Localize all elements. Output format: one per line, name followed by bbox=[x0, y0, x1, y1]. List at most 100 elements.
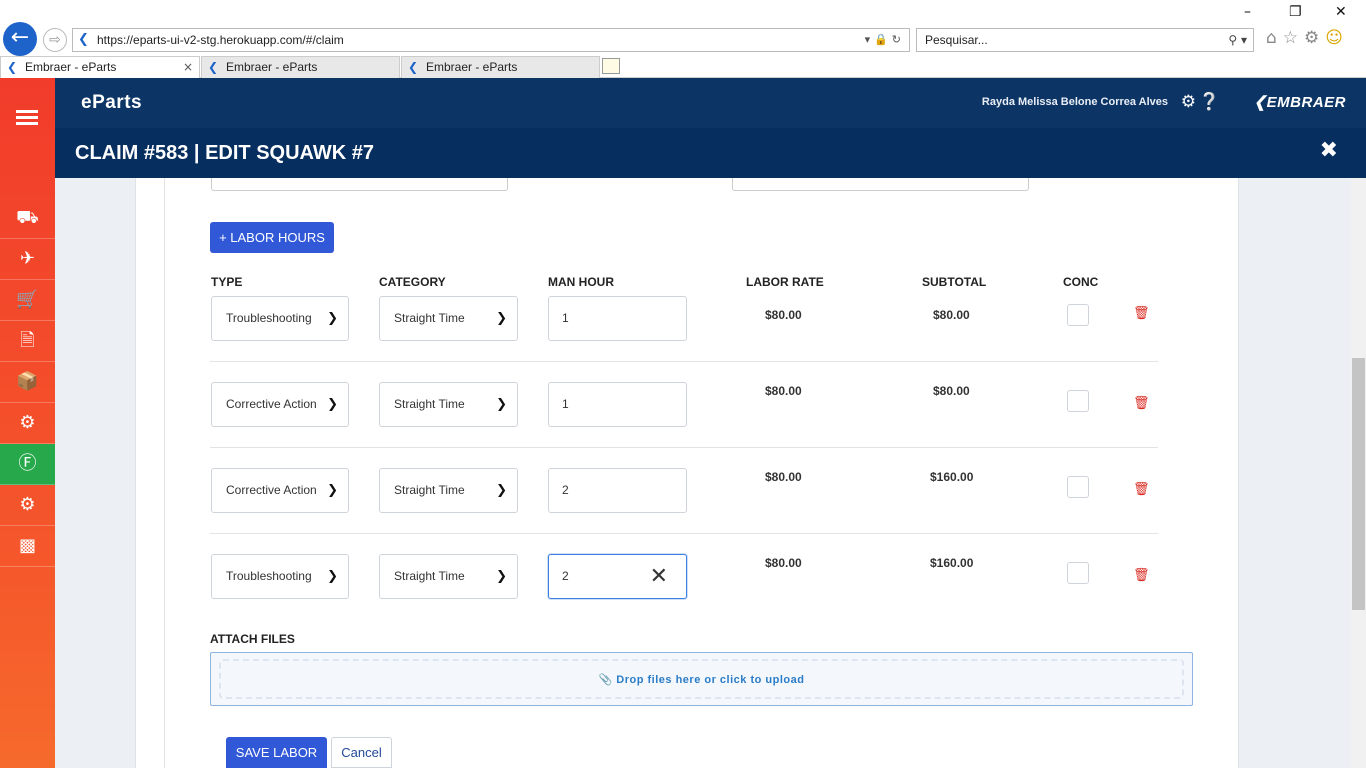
modal-title: CLAIM #583 | EDIT SQUAWK #7 bbox=[75, 142, 374, 164]
dropzone-area[interactable]: 📎 Drop files here or click to upload bbox=[219, 659, 1184, 699]
attach-files-label: ATTACH FILES bbox=[210, 632, 295, 646]
paperclip-icon: 📎 bbox=[598, 673, 613, 686]
man-hour-input[interactable]: 2 ✕ bbox=[548, 554, 687, 599]
previous-field[interactable] bbox=[211, 178, 508, 191]
category-select[interactable]: Straight Time ❯ bbox=[379, 296, 518, 341]
conc-checkbox[interactable] bbox=[1067, 476, 1089, 498]
tab-close-icon[interactable]: × bbox=[183, 57, 193, 77]
subtotal-value: $80.00 bbox=[933, 384, 970, 398]
trash-icon[interactable]: 🗑 bbox=[1133, 306, 1150, 321]
brand-title[interactable]: eParts bbox=[81, 92, 142, 114]
minimize-icon[interactable]: – bbox=[1244, 4, 1251, 20]
table-row: Corrective Action ❯ Straight Time ❯ 1 $80.… bbox=[0, 382, 1366, 428]
clear-input-icon[interactable]: ✕ bbox=[650, 555, 668, 598]
embraer-favicon-icon: ❮ bbox=[208, 60, 219, 74]
feedback-smiley-icon[interactable]: ☺ bbox=[1325, 28, 1349, 48]
category-select[interactable]: Straight Time ❯ bbox=[379, 382, 518, 427]
chevron-down-icon: ❯ bbox=[327, 483, 338, 498]
cancel-button[interactable]: Cancel bbox=[331, 737, 392, 768]
labor-rate-value: $80.00 bbox=[765, 556, 802, 570]
trash-icon[interactable]: 🗑 bbox=[1133, 568, 1150, 583]
subtotal-value: $80.00 bbox=[933, 308, 970, 322]
chevron-down-icon: ❯ bbox=[327, 397, 338, 412]
tab-label: Embraer - eParts bbox=[226, 60, 318, 74]
chevron-down-icon: ❯ bbox=[327, 569, 338, 584]
man-hour-input[interactable]: 2 bbox=[548, 468, 687, 513]
truck-icon[interactable]: ⛟ bbox=[0, 198, 55, 239]
previous-field[interactable] bbox=[732, 178, 1029, 191]
column-header-subtotal: SUBTOTAL bbox=[922, 275, 987, 289]
file-dropzone[interactable]: 📎 Drop files here or click to upload bbox=[210, 652, 1193, 706]
back-arrow-icon[interactable]: ← bbox=[3, 22, 37, 56]
row-divider bbox=[210, 361, 1158, 362]
type-select[interactable]: Corrective Action ❯ bbox=[211, 382, 349, 427]
modal-header: CLAIM #583 | EDIT SQUAWK #7 ✖ bbox=[55, 128, 1366, 178]
row-divider bbox=[210, 447, 1158, 448]
browser-tool-icons: ⌂☆⚙☺ bbox=[1266, 28, 1349, 48]
chevron-down-icon: ❯ bbox=[496, 483, 507, 498]
browser-tab[interactable]: ❮ Embraer - eParts bbox=[201, 56, 400, 78]
tab-label: Embraer - eParts bbox=[25, 60, 117, 74]
new-tab-icon[interactable] bbox=[602, 58, 620, 74]
chevron-down-icon: ❯ bbox=[496, 569, 507, 584]
user-name[interactable]: Rayda Melissa Belone Correa Alves bbox=[982, 96, 1168, 108]
favorites-star-icon[interactable]: ☆ bbox=[1283, 28, 1304, 48]
row-divider bbox=[210, 533, 1158, 534]
close-icon[interactable]: ✖ bbox=[1320, 138, 1338, 163]
man-hour-input[interactable]: 1 bbox=[548, 382, 687, 427]
url-text: https://eparts-ui-v2-stg.herokuapp.com/#… bbox=[97, 33, 344, 47]
tab-label: Embraer - eParts bbox=[426, 60, 518, 74]
embraer-logo: ❮EMBRAER bbox=[1253, 94, 1346, 111]
search-placeholder: Pesquisar... bbox=[925, 33, 988, 47]
settings-gear-icon[interactable]: ⚙ bbox=[1181, 92, 1196, 112]
column-header-labor-rate: LABOR RATE bbox=[746, 275, 824, 289]
search-icon[interactable]: ⚲ ▾ bbox=[1228, 29, 1247, 51]
address-controls-icon[interactable]: ▾🔒↻ bbox=[865, 29, 905, 51]
column-header-man-hour: MAN HOUR bbox=[548, 275, 614, 289]
category-select[interactable]: Straight Time ❯ bbox=[379, 554, 518, 599]
chevron-down-icon: ❯ bbox=[496, 311, 507, 326]
embraer-favicon-icon: ❮ bbox=[7, 60, 18, 74]
subtotal-value: $160.00 bbox=[930, 470, 974, 484]
embraer-favicon-icon: ❮ bbox=[408, 60, 419, 74]
table-row: Troubleshooting ❯ Straight Time ❯ 1 $80.00… bbox=[0, 296, 1366, 342]
trash-icon[interactable]: 🗑 bbox=[1133, 482, 1150, 497]
add-labor-hours-button[interactable]: + LABOR HOURS bbox=[210, 222, 334, 253]
settings-gear-icon[interactable]: ⚙ bbox=[1304, 28, 1325, 48]
table-row: Troubleshooting ❯ Straight Time ❯ 2 ✕ $80.0… bbox=[0, 554, 1366, 600]
hamburger-menu-icon[interactable] bbox=[16, 110, 38, 126]
subtotal-value: $160.00 bbox=[930, 556, 974, 570]
column-header-type: TYPE bbox=[211, 275, 243, 289]
trash-icon[interactable]: 🗑 bbox=[1133, 396, 1150, 411]
conc-checkbox[interactable] bbox=[1067, 562, 1089, 584]
category-select[interactable]: Straight Time ❯ bbox=[379, 468, 518, 513]
browser-tab[interactable]: ❮ Embraer - eParts bbox=[401, 56, 600, 78]
browser-tab[interactable]: ❮ Embraer - eParts × bbox=[0, 56, 200, 78]
browser-tab-strip: ❮ Embraer - eParts × ❮ Embraer - eParts … bbox=[0, 56, 1366, 78]
airplane-icon[interactable]: ✈ bbox=[0, 239, 55, 280]
labor-rate-value: $80.00 bbox=[765, 470, 802, 484]
conc-checkbox[interactable] bbox=[1067, 390, 1089, 412]
man-hour-input[interactable]: 1 bbox=[548, 296, 687, 341]
conc-checkbox[interactable] bbox=[1067, 304, 1089, 326]
chevron-down-icon: ❯ bbox=[327, 311, 338, 326]
column-header-conc: CONC bbox=[1063, 275, 1099, 289]
window-close-icon[interactable]: ✕ bbox=[1335, 4, 1347, 20]
type-select[interactable]: Troubleshooting ❯ bbox=[211, 296, 349, 341]
labor-rate-value: $80.00 bbox=[765, 308, 802, 322]
restore-icon[interactable]: ❐ bbox=[1289, 4, 1302, 20]
type-select[interactable]: Corrective Action ❯ bbox=[211, 468, 349, 513]
app-header: eParts Rayda Melissa Belone Correa Alves… bbox=[55, 78, 1366, 128]
help-icon[interactable]: ❔ bbox=[1199, 92, 1220, 112]
home-icon[interactable]: ⌂ bbox=[1266, 28, 1283, 48]
save-labor-button[interactable]: SAVE LABOR bbox=[226, 737, 327, 768]
browser-search-input[interactable]: Pesquisar... ⚲ ▾ bbox=[916, 28, 1254, 52]
address-bar[interactable]: ❮ https://eparts-ui-v2-stg.herokuapp.com… bbox=[72, 28, 910, 52]
forward-arrow-icon[interactable]: ⇨ bbox=[43, 28, 67, 52]
chevron-down-icon: ❯ bbox=[496, 397, 507, 412]
table-row: Corrective Action ❯ Straight Time ❯ 2 $80.… bbox=[0, 468, 1366, 514]
type-select[interactable]: Troubleshooting ❯ bbox=[211, 554, 349, 599]
column-header-category: CATEGORY bbox=[379, 275, 446, 289]
browser-toolbar: ← ⇨ ❮ https://eparts-ui-v2-stg.herokuapp… bbox=[0, 0, 1366, 56]
embraer-favicon-icon: ❮ bbox=[78, 32, 89, 47]
